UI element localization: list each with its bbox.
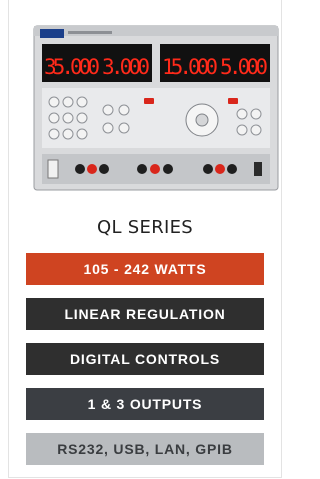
feature-linear-regulation: LINEAR REGULATION [26, 298, 264, 330]
feature-digital-controls: DIGITAL CONTROLS [26, 343, 264, 375]
display-voltage-1: 35.000 [44, 55, 100, 79]
feature-interfaces: RS232, USB, LAN, GPIB [26, 433, 264, 465]
display-voltage-2: 15.000 [162, 55, 218, 79]
display-current-1: 3.000 [102, 55, 150, 79]
display-current-2: 5.000 [220, 55, 268, 79]
series-title: QL SERIES [96, 217, 194, 238]
feature-outputs: 1 & 3 OUTPUTS [26, 388, 264, 420]
feature-watts: 105 - 242 WATTS [26, 253, 264, 285]
product-card[interactable]: 35.000 3.000 15.000 5.000 QL SERIES 105 … [8, 0, 282, 479]
product-image[interactable]: 35.000 3.000 15.000 5.000 [32, 24, 280, 192]
